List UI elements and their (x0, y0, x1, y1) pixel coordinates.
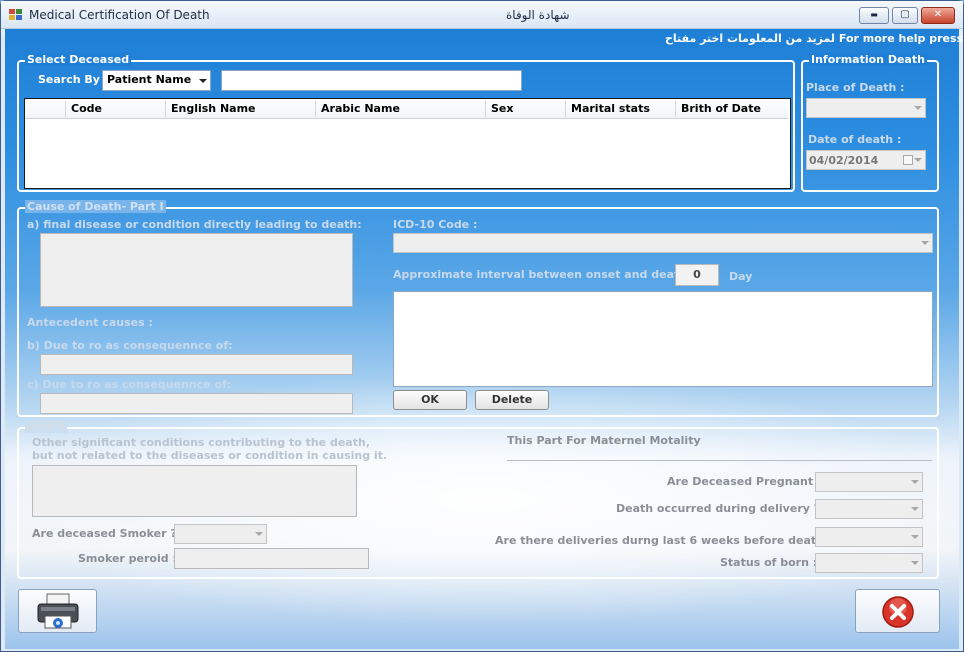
deliveries-select (815, 527, 923, 547)
pregnant-select (815, 472, 923, 492)
cause-b-input (40, 354, 353, 375)
chevron-down-icon (914, 158, 922, 162)
search-input[interactable] (221, 70, 522, 91)
chevron-down-icon (911, 507, 919, 511)
cause-c-input (40, 393, 353, 414)
chevron-down-icon (911, 535, 919, 539)
search-by-value: Patient Name (107, 73, 192, 86)
part2-label: Part II (25, 420, 67, 433)
cause-part1-group: Cause of Death- Part I a) final disease … (17, 200, 939, 417)
minimize-button[interactable]: ▬ (859, 7, 889, 24)
cause-a-label: a) final disease or condition directly l… (27, 218, 362, 231)
interval-label: Approximate interval between onset and d… (393, 268, 696, 281)
interval-input: 0 (675, 264, 719, 286)
minimize-icon: ▬ (870, 10, 878, 19)
cause-c-label: c) Due to ro as consequennce of: (27, 378, 232, 391)
column-code[interactable]: Code (71, 102, 102, 115)
select-deceased-label: Select Deceased (25, 53, 132, 66)
column-sex[interactable]: Sex (491, 102, 513, 115)
chevron-down-icon (914, 106, 922, 110)
deliveries-label: Are there deliveries durng last 6 weeks … (495, 534, 843, 547)
icd-code-label: ICD-10 Code : (393, 218, 478, 231)
title-bar[interactable]: Medical Certification Of Death شهادة الو… (1, 1, 963, 29)
date-of-death-value: 04/02/2014 (809, 154, 879, 167)
app-icon (9, 9, 23, 21)
column-arabic-name[interactable]: Arabic Name (321, 102, 400, 115)
smoker-period-input (174, 548, 369, 569)
status-born-select (815, 553, 923, 573)
pregnant-label: Are Deceased Pregnant : (667, 475, 822, 488)
chevron-down-icon (911, 561, 919, 565)
print-button[interactable] (18, 589, 97, 633)
date-of-death-label: Date of death : (808, 133, 902, 146)
delete-button[interactable]: Delete (475, 390, 549, 410)
cause-b-label: b) Due to ro as consequennce of: (27, 339, 233, 352)
maximize-icon: ▢ (900, 9, 910, 20)
icd-code-select (393, 233, 933, 253)
maternal-title: This Part For Maternel Motality (507, 434, 701, 447)
grid-header: Code English Name Arabic Name Sex Marita… (25, 99, 788, 119)
part2-group: Part II Other significant conditions con… (17, 420, 939, 579)
chevron-down-icon (911, 480, 919, 484)
maternal-divider (507, 460, 932, 461)
smoker-label: Are deceased Smoker ? : (32, 527, 185, 540)
search-by-label: Search By (38, 73, 100, 86)
chevron-down-icon (921, 241, 929, 245)
exit-button[interactable] (855, 589, 940, 633)
other-conditions-label-1: Other significant conditions contributin… (32, 436, 370, 449)
information-death-group: Information Death Place of Death : Date … (801, 53, 939, 192)
antecedent-label: Antecedent causes : (27, 316, 153, 329)
place-of-death-select (806, 98, 926, 118)
help-text: لمزيد من المعلومات اختر مفتاح For more h… (665, 32, 964, 45)
other-conditions-label-2: but not related to the diseases or condi… (32, 449, 388, 462)
date-of-death-picker: 04/02/2014 (806, 150, 926, 170)
interval-value: 0 (693, 268, 701, 281)
interval-unit-label: Day (729, 270, 753, 283)
window-title-arabic: شهادة الوفاة (506, 8, 570, 22)
calendar-icon (903, 155, 913, 165)
column-marital-status[interactable]: Marital stats (571, 102, 650, 115)
information-death-label: Information Death (809, 53, 927, 66)
chevron-down-icon (255, 532, 263, 536)
place-of-death-label: Place of Death : (806, 81, 905, 94)
icd-list-box[interactable] (393, 291, 933, 387)
cause-part1-label: Cause of Death- Part I (25, 200, 166, 213)
close-window-button[interactable]: ✕ (921, 7, 955, 24)
close-icon: ✕ (933, 9, 943, 20)
ok-button[interactable]: OK (393, 390, 467, 410)
client-area: لمزيد من المعلومات اختر مفتاح For more h… (5, 29, 964, 649)
delivery-label: Death occurred during delivery ? : (616, 502, 829, 515)
other-conditions-textarea (32, 465, 357, 517)
select-deceased-group: Select Deceased Search By Patient Name C… (17, 53, 795, 192)
column-english-name[interactable]: English Name (171, 102, 256, 115)
maximize-button[interactable]: ▢ (892, 7, 918, 24)
column-birth-date[interactable]: Brith of Date (681, 102, 761, 115)
cause-a-textarea (40, 233, 353, 307)
close-circle-icon (882, 596, 914, 628)
deceased-grid[interactable]: Code English Name Arabic Name Sex Marita… (24, 98, 791, 189)
main-window: Medical Certification Of Death شهادة الو… (0, 0, 964, 652)
smoker-period-label: Smoker peroid : (78, 552, 177, 565)
status-born-label: Status of born : (720, 556, 818, 569)
smoker-select (174, 524, 267, 544)
delivery-select (815, 499, 923, 519)
search-by-select[interactable]: Patient Name (102, 70, 211, 91)
chevron-down-icon (199, 78, 207, 83)
window-title: Medical Certification Of Death (29, 8, 210, 22)
printer-icon (37, 593, 79, 629)
